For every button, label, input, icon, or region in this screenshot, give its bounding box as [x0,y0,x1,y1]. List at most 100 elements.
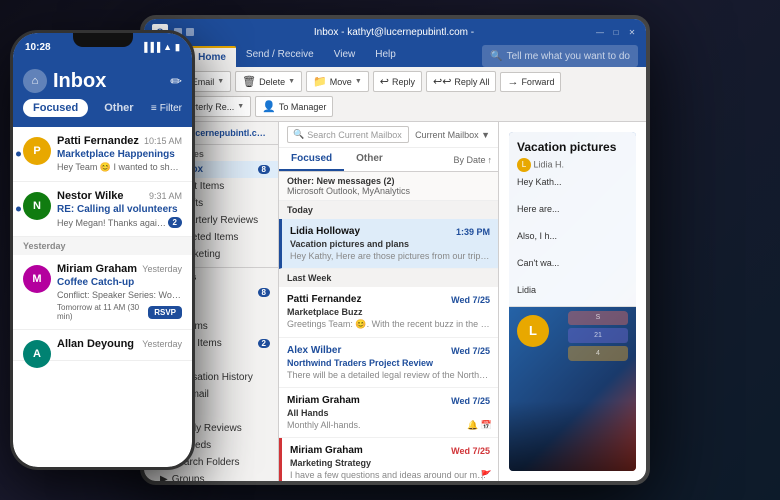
email-preview: Hey Kathy, Here are those pictures from … [290,251,490,261]
phone-filter[interactable]: ≡ Filter [151,103,182,114]
email-preview: I have a few questions and ideas around … [290,470,490,480]
phone-email-item[interactable]: A Allan Deyoung Yesterday [13,330,192,361]
reply-button[interactable]: ↩ Reply [373,71,422,92]
ribbon-tab-sendreceive[interactable]: Send / Receive [236,45,324,67]
ribbon-tab-home[interactable]: Home [188,46,236,67]
phone-email-content: Nestor Wilke 9:31 AM RE: Calling all vol… [57,190,182,228]
ribbon-actions: ✉ New Email ▼ 🗑 Delete ▼ 📁 Move ▼ ↩ Repl… [144,67,646,121]
email-item[interactable]: Miriam Graham Wed 7/25 Marketing Strateg… [279,438,498,481]
email-item[interactable]: Miriam Graham Wed 7/25 All Hands Monthly… [279,388,498,438]
email-date: Wed 7/25 [451,396,490,406]
other-messages-banner: Other: New messages (2) Microsoft Outloo… [279,172,498,201]
email-search-box[interactable]: 🔍 Search Current Mailbox [287,126,409,143]
forward-button[interactable]: → Forward [500,72,561,92]
groups-item[interactable]: ▶ Groups [144,471,278,481]
outlook-titlebar: O Inbox - kathyt@lucernepubintl.com - — … [144,19,646,45]
reading-from: L Lidia H. [517,158,628,172]
email-item-icons: 🔔 📅 [467,420,492,431]
email-list-tabs: Focused Other By Date ↑ [279,148,498,172]
minimize-button[interactable]: — [594,26,606,38]
email-item-row1: Miriam Graham Wed 7/25 [290,445,490,456]
email-item[interactable]: Lidia Holloway 1:39 PM Vacation pictures… [279,219,498,269]
titlebar-dot [186,28,194,36]
phone-subject: RE: Calling all volunteers [57,204,182,215]
phone-tabs: Focused Other ≡ Filter [23,99,182,117]
unread-badge: 2 [168,217,182,228]
phone-preview: Hey Megan! Thanks again for setting this… [57,218,168,228]
maximize-button[interactable]: □ [610,26,622,38]
email-sender: Patti Fernandez [287,294,361,305]
email-item[interactable]: Alex Wilber Wed 7/25 Northwind Traders P… [279,338,498,388]
reply-icon: ↩ [380,75,389,88]
phone-email-item[interactable]: M Miriam Graham Yesterday Coffee Catch-u… [13,255,192,330]
filter-label: Filter [160,103,182,114]
signal-icon: ▐▐▐ [141,42,160,52]
ribbon-search-text: Tell me what you want to do [507,51,630,62]
manager-label: To Manager [279,102,327,112]
reading-header: Vacation pictures L Lidia H. Hey Kath...… [509,132,636,307]
reading-thumbnail: S 21 4 [568,311,628,361]
phone-time: Yesterday [142,264,182,274]
email-sender: Miriam Graham [290,445,363,456]
phone-time: 10:15 AM [144,136,182,146]
thumb-item: S [568,311,628,326]
phone-header-actions: ✏ [170,73,182,90]
reply-all-button[interactable]: ↩↩ Reply All [426,71,496,92]
phone-time: 9:31 AM [149,191,182,201]
titlebar-title: Inbox - kathyt@lucernepubintl.com - [314,27,474,38]
phone-sender: Allan Deyoung [57,338,134,350]
phone-email-item[interactable]: N Nestor Wilke 9:31 AM RE: Calling all v… [13,182,192,237]
inbox-sub-badge: 8 [258,288,270,297]
to-manager-button[interactable]: 👤 To Manager [255,96,333,117]
phone-time: 10:28 [25,42,51,53]
search-icon: 🔍 [293,129,304,140]
tablet-device: O Inbox - kathyt@lucernepubintl.com - — … [140,15,650,485]
ribbon-search-box[interactable]: 🔍 Tell me what you want to do [482,45,638,67]
phone-section-label: Yesterday [13,237,192,255]
folder-name: ▶ Groups [160,474,205,481]
phone-sender: Miriam Graham [57,263,137,275]
phone-compose-icon[interactable]: ✏ [170,73,182,90]
email-date: Wed 7/25 [451,295,490,305]
other-apps: Microsoft Outlook, MyAnalytics [287,186,410,196]
dropdown-icon: ▼ [288,78,295,85]
ribbon-tab-help[interactable]: Help [365,45,406,67]
phone-home-icon: ⌂ [23,69,47,93]
tablet-body: kathyt@lucernepubintl.com ▼ Favorites 📥 … [144,122,646,481]
close-button[interactable]: ✕ [626,26,638,38]
reading-avatar: L [517,315,549,347]
move-icon: 📁 [313,75,327,88]
dropdown-icon: ▼ [355,78,362,85]
titlebar-controls: — □ ✕ [594,26,638,38]
move-button[interactable]: 📁 Move ▼ [306,71,369,92]
rsvp-button[interactable]: RSVP [148,306,182,319]
delete-button[interactable]: 🗑 Delete ▼ [235,71,302,92]
reading-title: Vacation pictures [517,140,628,154]
email-subject: Marketing Strategy [290,458,490,468]
thumb-item: 4 [568,346,628,361]
email-item-icons: 🚩 [481,470,492,481]
email-date: Wed 7/25 [451,346,490,356]
tab-other[interactable]: Other [344,148,395,171]
phone-tab-focused[interactable]: Focused [23,99,88,117]
phone-tab-other[interactable]: Other [94,99,143,117]
phone-email-row1: Miriam Graham Yesterday [57,263,182,275]
reply-label: Reply [392,77,415,87]
ribbon-tab-row: File Home Send / Receive View Help 🔍 Tel… [144,45,646,67]
phone-inbox-label: Inbox [53,70,106,93]
email-subject: Northwind Traders Project Review [287,358,490,368]
tab-focused[interactable]: Focused [279,148,344,171]
email-item-row1: Lidia Holloway 1:39 PM [290,226,490,237]
email-sort[interactable]: By Date ↑ [447,148,498,171]
phone-screen: 10:28 ▐▐▐ ▲ ▮ ⌂ Inbox ✏ Focused Other [13,33,192,467]
phone-email-content: Patti Fernandez 10:15 AM Marketplace Hap… [57,135,182,173]
chevron-right-icon: ▶ [160,474,168,481]
tablet-screen: O Inbox - kathyt@lucernepubintl.com - — … [144,19,646,481]
phone-preview: Hey Team 😊 I wanted to share an interest… [57,162,182,173]
ribbon-tab-view[interactable]: View [324,45,366,67]
phone-email-content: Miriam Graham Yesterday Coffee Catch-up … [57,263,182,321]
phone-email-item[interactable]: P Patti Fernandez 10:15 AM Marketplace H… [13,127,192,182]
avatar: N [23,192,51,220]
email-item[interactable]: Patti Fernandez Wed 7/25 Marketplace Buz… [279,287,498,338]
phone-inbox-title: ⌂ Inbox [23,69,106,93]
